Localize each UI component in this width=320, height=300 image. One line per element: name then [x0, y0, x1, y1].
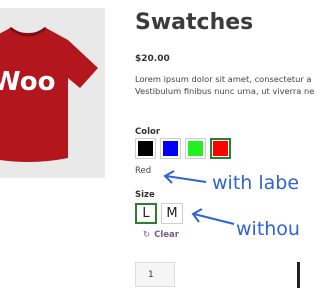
annotation-with-label: with labe	[212, 172, 300, 194]
description-line: Lorem ipsum dolor sit amet, consectetur …	[135, 74, 312, 84]
tshirt-image: Woo	[0, 26, 98, 162]
product-price: $20.00	[135, 54, 170, 64]
product-description: Lorem ipsum dolor sit amet, consectetur …	[135, 73, 320, 97]
red-swatch-fill	[213, 141, 228, 156]
add-to-cart-edge[interactable]	[297, 262, 300, 288]
black-swatch[interactable]	[135, 138, 156, 159]
blue-swatch-fill	[163, 141, 178, 156]
product-image[interactable]: Woo	[0, 8, 105, 178]
annotation-without-label: withou	[236, 218, 300, 240]
annotation-arrow-2	[191, 208, 235, 225]
size-attribute-label: Size	[135, 190, 155, 200]
clear-label: Clear	[154, 230, 179, 240]
description-line: Vestibulum finibus nunc urna, ut viverra…	[135, 86, 315, 96]
selected-color-name: Red	[135, 166, 152, 176]
red-swatch[interactable]	[210, 138, 231, 159]
tshirt-print-text: Woo	[0, 67, 55, 97]
annotation-arrow-1	[163, 170, 207, 184]
quantity-input[interactable]	[135, 262, 175, 287]
black-swatch-fill	[138, 141, 153, 156]
blue-swatch[interactable]	[160, 138, 181, 159]
clear-selection-link[interactable]: ↻ Clear	[143, 230, 179, 240]
size-option-l[interactable]: L	[135, 203, 157, 224]
green-swatch-fill	[188, 141, 203, 156]
refresh-icon: ↻	[143, 230, 151, 240]
size-option-m[interactable]: M	[161, 203, 183, 224]
product-title: Swatches	[135, 10, 254, 35]
color-attribute-label: Color	[135, 127, 161, 137]
green-swatch[interactable]	[185, 138, 206, 159]
